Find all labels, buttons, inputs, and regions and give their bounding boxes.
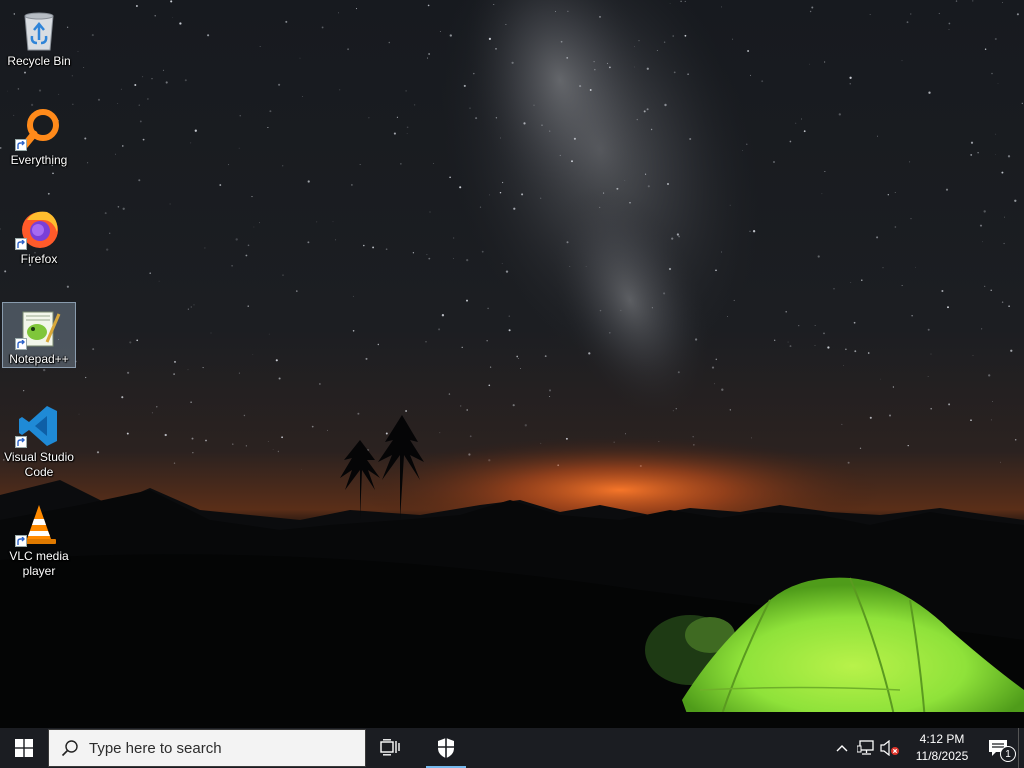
vlc-icon — [15, 503, 63, 547]
desktop-wallpaper[interactable] — [0, 0, 1024, 728]
desktop-icon-label: Firefox — [20, 252, 58, 266]
desktop-icon-label: Recycle Bin — [7, 54, 71, 68]
shortcut-arrow-icon — [15, 238, 27, 250]
desktop-icon-visual-studio-code[interactable]: Visual Studio Code — [2, 400, 76, 484]
clock-date: 11/8/2025 — [915, 749, 969, 763]
search-icon — [61, 740, 78, 757]
search-placeholder: Type here to search — [89, 739, 222, 757]
windows-security-icon — [438, 738, 454, 758]
shortcut-arrow-icon — [15, 338, 27, 350]
clock-time: 4:12 PM — [919, 732, 965, 746]
shortcut-arrow-icon — [15, 535, 27, 547]
desktop-icon-vlc-media-player[interactable]: VLC media player — [2, 499, 76, 583]
volume-muted-icon — [880, 740, 899, 756]
taskbar-clock[interactable]: 4:12 PM 11/8/2025 — [906, 731, 978, 765]
firefox-icon — [15, 206, 63, 250]
wallpaper-image — [0, 0, 1024, 728]
taskbar: Type here to search 4:12 PM 11/8/2025 1 — [0, 728, 1024, 768]
desktop-icon-label: Notepad++ — [9, 352, 69, 366]
notepad-plus-plus-icon — [15, 306, 63, 350]
desktop-icon-notepad-plus-plus[interactable]: Notepad++ — [2, 302, 76, 368]
task-view-icon — [380, 739, 400, 756]
show-hidden-icons-button[interactable] — [830, 728, 854, 768]
task-view-button[interactable] — [366, 728, 414, 768]
desktop-icon-recycle-bin[interactable]: Recycle Bin — [2, 4, 76, 70]
everything-search-icon — [15, 107, 63, 151]
taskbar-search-box[interactable]: Type here to search — [48, 729, 366, 767]
shortcut-arrow-icon — [15, 139, 27, 151]
show-desktop-button[interactable] — [1018, 728, 1024, 768]
network-status-button[interactable] — [854, 728, 878, 768]
recycle-bin-icon — [15, 8, 63, 52]
shortcut-arrow-icon — [15, 436, 27, 448]
desktop-icon-everything[interactable]: Everything — [2, 103, 76, 169]
start-button[interactable] — [0, 728, 48, 768]
desktop-icon-label: Visual Studio Code — [4, 450, 74, 479]
network-icon — [857, 740, 874, 755]
chevron-up-icon — [836, 745, 848, 752]
volume-button[interactable] — [878, 728, 902, 768]
taskbar-app-windows-security[interactable] — [422, 728, 470, 768]
desktop-icon-label: VLC media player — [9, 549, 69, 578]
action-center-button[interactable]: 1 — [978, 728, 1018, 768]
desktop-icon-firefox[interactable]: Firefox — [2, 202, 76, 268]
vscode-icon — [15, 404, 63, 448]
system-tray: 4:12 PM 11/8/2025 1 — [830, 728, 1024, 768]
notification-count-badge: 1 — [1000, 746, 1016, 762]
desktop-icon-label: Everything — [10, 153, 68, 167]
windows-logo-icon — [15, 739, 33, 757]
